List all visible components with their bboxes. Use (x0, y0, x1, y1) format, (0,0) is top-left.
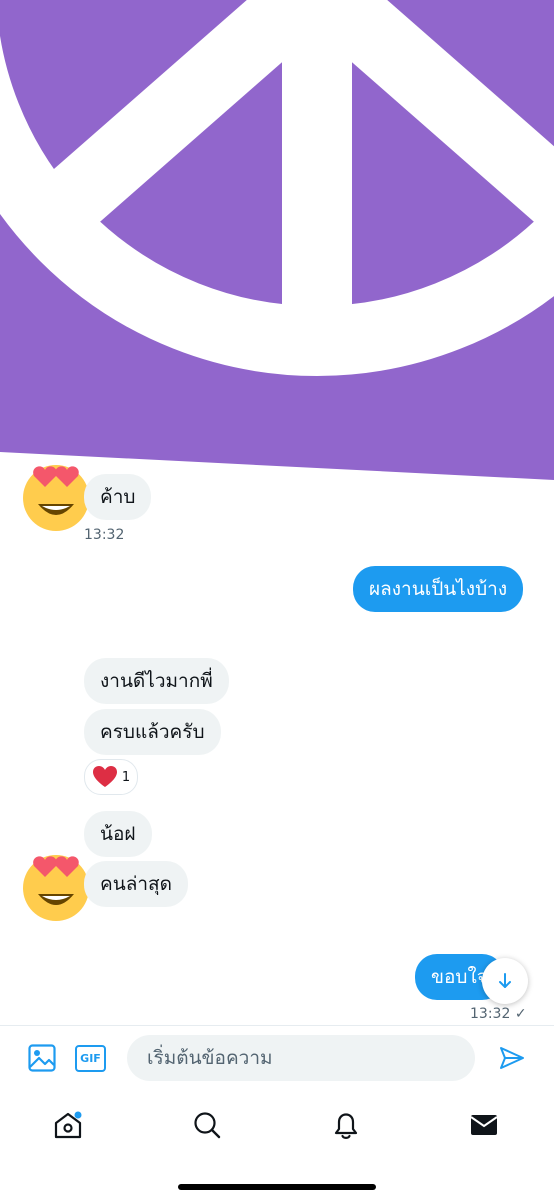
heart-eyes-emoji-icon[interactable] (20, 460, 92, 532)
tab-notifications[interactable] (316, 1103, 376, 1147)
heart-eyes-emoji-icon[interactable] (20, 850, 92, 922)
reaction-count: 1 (121, 769, 131, 785)
image-icon (28, 1044, 56, 1072)
gif-label: GIF (80, 1052, 101, 1065)
search-icon (194, 1112, 221, 1139)
mail-icon (470, 1115, 498, 1135)
message-timestamp: 13:32 (470, 1006, 511, 1022)
arrow-down-icon (499, 973, 511, 988)
message-bubble-incoming[interactable]: ค้าบ (84, 474, 152, 520)
message-bubble-outgoing[interactable]: ผลงานเป็นไงบ้าง (353, 566, 524, 612)
notification-dot (74, 1111, 82, 1119)
media-button[interactable] (24, 1040, 60, 1076)
message-bubble-incoming[interactable]: งานดีไวมากพี่ (84, 658, 229, 704)
message-bubble-incoming[interactable]: ครบแล้วครับ (84, 709, 221, 755)
reaction-badge[interactable]: 1 (84, 759, 138, 795)
shared-image-peace-sign-icon[interactable] (0, 0, 554, 480)
message-input[interactable] (127, 1035, 475, 1081)
tab-search[interactable] (177, 1103, 237, 1147)
send-icon (500, 1047, 524, 1069)
red-heart-icon (92, 766, 117, 787)
message-timestamp: 13:32 (84, 527, 125, 543)
sent-check-icon: ✓ (514, 1006, 527, 1022)
message-bubble-incoming[interactable]: น้อฝ (84, 811, 152, 857)
home-icon (54, 1111, 82, 1139)
tab-home[interactable] (38, 1103, 98, 1147)
scroll-to-bottom-button[interactable] (482, 958, 528, 1004)
gif-button[interactable]: GIF (75, 1045, 106, 1072)
tab-messages[interactable] (454, 1103, 514, 1147)
send-button[interactable] (494, 1040, 530, 1076)
bell-icon (334, 1113, 358, 1139)
home-indicator (178, 1184, 376, 1190)
message-status: 13:32 ✓ (470, 1006, 527, 1022)
message-bubble-incoming[interactable]: คนล่าสุด (84, 861, 188, 907)
